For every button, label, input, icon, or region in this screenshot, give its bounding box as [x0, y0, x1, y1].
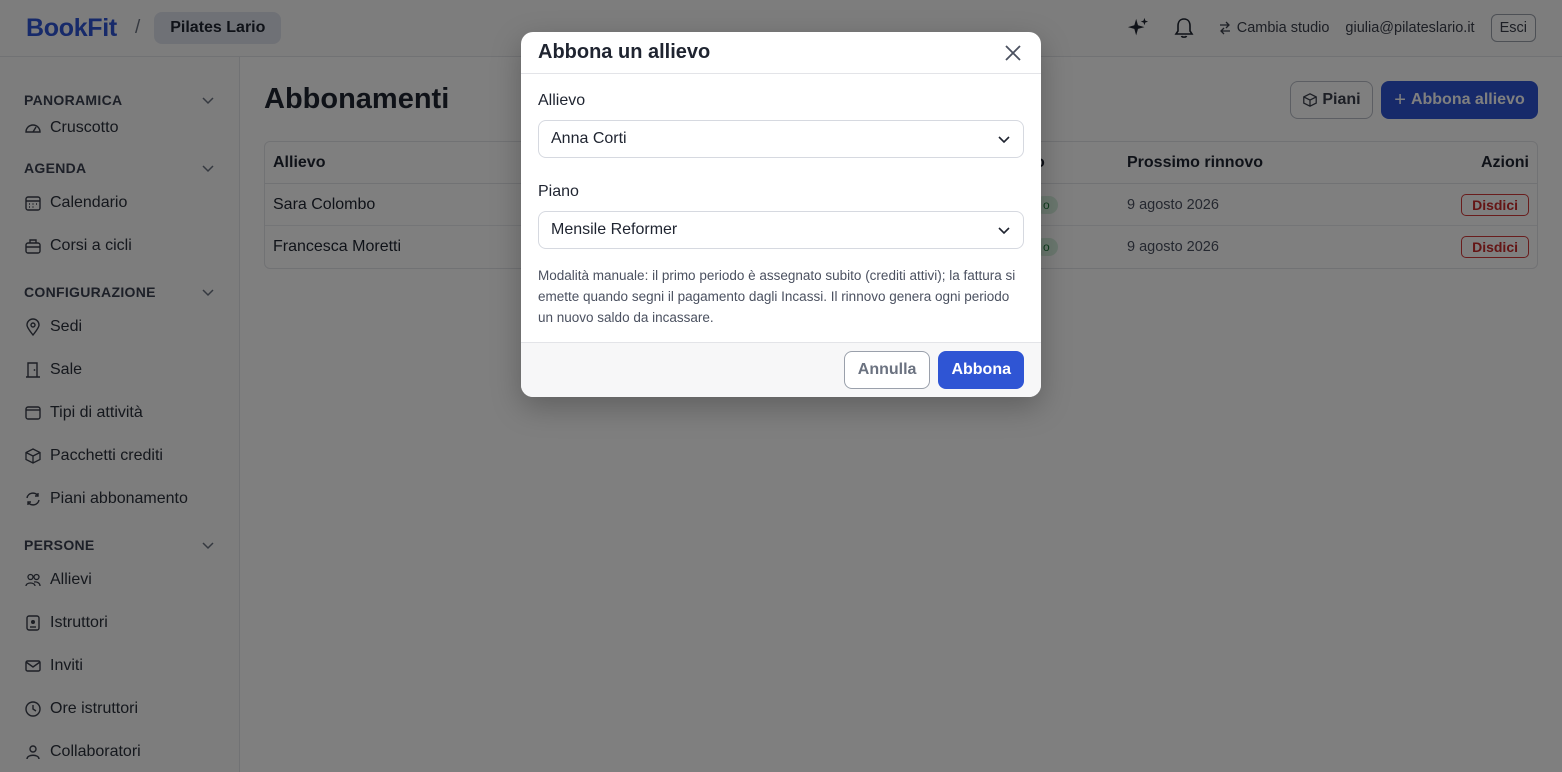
close-icon[interactable] [1002, 42, 1024, 64]
student-field-label: Allievo [538, 92, 586, 109]
subscribe-dialog: Abbona un allievo Allievo Anna Corti Pia… [521, 32, 1041, 397]
cancel-button[interactable]: Annulla [843, 351, 931, 389]
dialog-footer: Annulla Abbona [521, 342, 1041, 397]
dialog-hint-text: Modalità manuale: il primo periodo è ass… [538, 268, 1016, 325]
chevron-down-icon [998, 136, 1010, 144]
plan-select[interactable]: Mensile Reformer [538, 211, 1024, 249]
confirm-subscribe-button[interactable]: Abbona [938, 351, 1024, 389]
dialog-body: Allievo Anna Corti Piano Mensile Reforme… [521, 74, 1041, 328]
plan-field-label: Piano [538, 183, 579, 200]
student-select-value: Anna Corti [551, 130, 627, 147]
student-select[interactable]: Anna Corti [538, 120, 1024, 158]
plan-select-value: Mensile Reformer [551, 221, 678, 238]
dialog-title: Abbona un allievo [538, 41, 711, 63]
dialog-header: Abbona un allievo [521, 32, 1041, 74]
chevron-down-icon [998, 227, 1010, 235]
